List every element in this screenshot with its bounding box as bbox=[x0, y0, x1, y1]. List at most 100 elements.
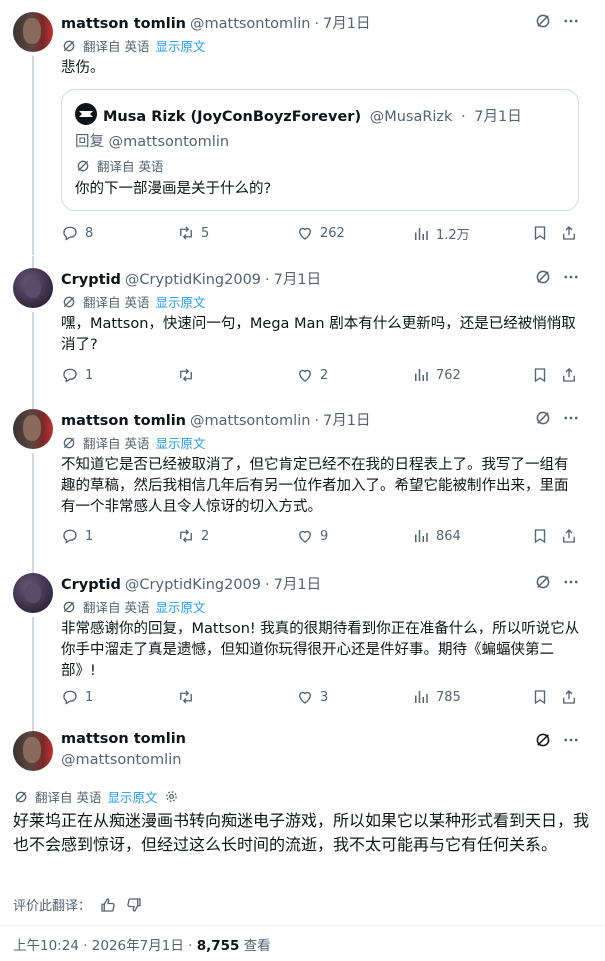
author-handle[interactable]: @CryptidKing2009 bbox=[125, 272, 261, 288]
rate-translation-row: 评价此翻译： bbox=[13, 895, 143, 914]
show-original-link[interactable]: 显示原文 bbox=[155, 36, 205, 55]
reply-button[interactable]: 8 bbox=[61, 224, 93, 242]
tweet-date[interactable]: 7月1日 bbox=[323, 12, 370, 33]
retweet-icon bbox=[180, 368, 192, 382]
translate-label: 翻译自 英语 bbox=[97, 159, 164, 174]
translate-label: 翻译自 英语 bbox=[83, 600, 150, 615]
like-button[interactable]: 262 bbox=[296, 224, 345, 242]
retweet-button[interactable] bbox=[177, 366, 201, 384]
retweet-button[interactable]: 2 bbox=[177, 527, 209, 545]
grok-icon[interactable] bbox=[534, 12, 552, 30]
more-icon[interactable] bbox=[562, 409, 580, 427]
author-handle[interactable]: @CryptidKing2009 bbox=[125, 577, 261, 593]
tweet-2[interactable]: Cryptid @CryptidKing2009 · 7月1日 翻译自 英语 显… bbox=[0, 256, 605, 397]
grok-icon[interactable] bbox=[534, 573, 552, 591]
bookmark-button[interactable] bbox=[531, 224, 555, 242]
translate-row: 翻译自 英语 显示原文 bbox=[61, 433, 206, 452]
author-handle[interactable]: @mattsontomlin bbox=[190, 16, 310, 32]
tweet-text: 不知道它是否已经被取消了，但它肯定已经不在我的日程表上了。我写了一组有趣的草稿，… bbox=[61, 457, 569, 515]
author-name[interactable]: mattson tomlin bbox=[61, 413, 186, 429]
quote-reply-to: 回复 @mattsontomlin bbox=[75, 134, 230, 150]
show-original-link[interactable]: 显示原文 bbox=[155, 597, 205, 616]
author-handle[interactable]: @mattsontomlin bbox=[190, 413, 310, 429]
action-bar: 1 3 785 bbox=[61, 688, 586, 708]
action-bar: 8 5 262 1.2万 bbox=[61, 224, 586, 244]
retweet-button[interactable] bbox=[177, 688, 201, 706]
translate-icon bbox=[63, 296, 75, 307]
tweet-4[interactable]: Cryptid @CryptidKing2009 · 7月1日 翻译自 英语 显… bbox=[0, 561, 605, 721]
focal-avatar[interactable] bbox=[13, 731, 53, 771]
views-button[interactable]: 785 bbox=[412, 688, 461, 706]
tweet-3[interactable]: mattson tomlin @mattsontomlin · 7月1日 翻译自… bbox=[0, 397, 605, 561]
tweet-date[interactable]: 7月1日 bbox=[274, 573, 321, 594]
translate-icon bbox=[15, 791, 27, 802]
gear-icon[interactable] bbox=[164, 789, 179, 804]
views-icon bbox=[415, 369, 428, 381]
separator-dot: · bbox=[461, 109, 466, 125]
like-button[interactable]: 3 bbox=[296, 688, 328, 706]
share-icon bbox=[563, 529, 575, 543]
thumbs-up-icon[interactable] bbox=[99, 896, 117, 914]
retweet-count: 5 bbox=[201, 225, 210, 241]
views-button[interactable]: 864 bbox=[412, 527, 461, 545]
share-icon bbox=[563, 368, 575, 382]
share-button[interactable] bbox=[560, 527, 584, 545]
thread-line bbox=[32, 56, 34, 255]
bookmark-button[interactable] bbox=[531, 366, 555, 384]
action-bar: 1 2 762 bbox=[61, 366, 586, 386]
focal-author-handle[interactable]: @mattsontomlin bbox=[61, 752, 181, 768]
views-button[interactable]: 1.2万 bbox=[412, 224, 470, 243]
tweet-header: Cryptid @CryptidKing2009 · 7月1日 bbox=[61, 268, 321, 289]
grok-icon[interactable] bbox=[534, 409, 552, 427]
thumbs-down-icon[interactable] bbox=[125, 896, 143, 914]
focal-views-count: 8,755 bbox=[196, 938, 240, 954]
grok-icon[interactable] bbox=[534, 268, 552, 286]
author-name[interactable]: Cryptid bbox=[61, 272, 121, 288]
show-original-link[interactable]: 显示原文 bbox=[155, 433, 205, 452]
share-icon bbox=[563, 690, 575, 704]
more-icon[interactable] bbox=[562, 12, 580, 30]
bookmark-button[interactable] bbox=[531, 527, 555, 545]
author-name[interactable]: mattson tomlin bbox=[61, 16, 186, 32]
views-count: 1.2万 bbox=[436, 228, 470, 243]
rate-translation-label: 评价此翻译： bbox=[13, 899, 92, 914]
more-icon[interactable] bbox=[562, 268, 580, 286]
views-button[interactable]: 762 bbox=[412, 366, 461, 384]
reply-button[interactable]: 1 bbox=[61, 527, 93, 545]
avatar[interactable] bbox=[13, 409, 53, 449]
retweet-icon bbox=[180, 690, 192, 704]
tweet-text: 非常感谢你的回复，Mattson! 我真的很期待看到你正在准备什么，所以听说它从… bbox=[61, 621, 580, 679]
bookmark-button[interactable] bbox=[531, 688, 555, 706]
avatar[interactable] bbox=[13, 573, 53, 613]
avatar[interactable] bbox=[13, 268, 53, 308]
focal-author-name[interactable]: mattson tomlin bbox=[61, 731, 186, 747]
like-icon bbox=[299, 227, 311, 240]
more-icon[interactable] bbox=[562, 731, 580, 749]
share-button[interactable] bbox=[560, 224, 584, 242]
author-name[interactable]: Cryptid bbox=[61, 577, 121, 593]
more-icon[interactable] bbox=[562, 573, 580, 591]
reply-count: 1 bbox=[85, 528, 94, 544]
reply-button[interactable]: 1 bbox=[61, 688, 93, 706]
tweet-timestamp[interactable]: 上午10:24 · 2026年7月1日 · bbox=[13, 938, 197, 954]
retweet-icon bbox=[180, 529, 192, 543]
translate-icon bbox=[63, 40, 75, 51]
tweet-date[interactable]: 7月1日 bbox=[274, 268, 321, 289]
translate-row: 翻译自 英语 显示原文 bbox=[61, 597, 206, 616]
reply-button[interactable]: 1 bbox=[61, 366, 93, 384]
thread-line bbox=[32, 721, 34, 731]
tweet-1[interactable]: mattson tomlin @mattsontomlin · 7月1日 翻译自… bbox=[0, 0, 605, 255]
grok-icon[interactable] bbox=[534, 731, 552, 749]
quote-tweet-card[interactable]: Musa Rizk (JoyConBoyzForever) @MusaRizk … bbox=[61, 89, 579, 211]
share-button[interactable] bbox=[560, 366, 584, 384]
retweet-button[interactable]: 5 bbox=[177, 224, 209, 242]
share-button[interactable] bbox=[560, 688, 584, 706]
avatar[interactable] bbox=[13, 12, 53, 52]
show-original-link[interactable]: 显示原文 bbox=[155, 292, 205, 311]
like-button[interactable]: 9 bbox=[296, 527, 328, 545]
views-icon bbox=[415, 691, 428, 703]
like-button[interactable]: 2 bbox=[296, 366, 328, 384]
tweet-date[interactable]: 7月1日 bbox=[323, 409, 370, 430]
show-original-link[interactable]: 显示原文 bbox=[107, 787, 157, 806]
translate-label: 翻译自 英语 bbox=[83, 39, 150, 54]
